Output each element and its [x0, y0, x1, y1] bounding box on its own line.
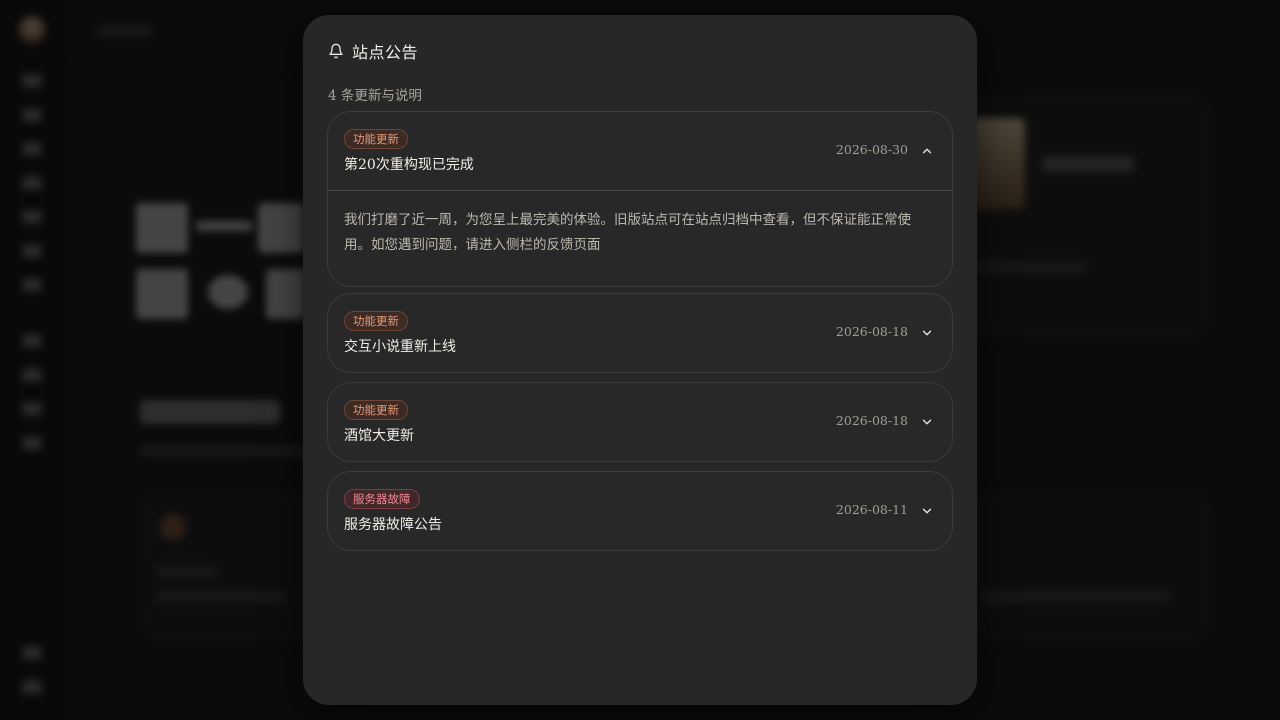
- announcement-item: 服务器故障 服务器故障公告 2026-08-11: [327, 471, 953, 551]
- announcement-header[interactable]: 功能更新 第20次重构现已完成 2026-08-30: [328, 112, 952, 190]
- modal-subtitle: 4 条更新与说明: [328, 88, 422, 104]
- chevron-down-icon[interactable]: [920, 326, 934, 340]
- modal-header: 站点公告: [328, 39, 418, 63]
- announcement-title: 第20次重构现已完成: [344, 157, 474, 173]
- announcements-modal: 站点公告 4 条更新与说明 功能更新 第20次重构现已完成 2026-08-30…: [303, 15, 977, 705]
- chevron-down-icon[interactable]: [920, 415, 934, 429]
- tag-badge: 功能更新: [344, 400, 408, 420]
- bell-icon: [328, 43, 344, 59]
- announcement-item: 功能更新 交互小说重新上线 2026-08-18: [327, 293, 953, 373]
- chevron-up-icon[interactable]: [920, 144, 934, 158]
- tag-badge: 功能更新: [344, 129, 408, 149]
- tag-badge: 功能更新: [344, 311, 408, 331]
- announcement-date: 2026-08-18: [835, 324, 908, 339]
- announcement-header[interactable]: 功能更新 酒馆大更新 2026-08-18: [328, 383, 952, 461]
- tag-badge: 服务器故障: [344, 489, 420, 509]
- announcement-date: 2026-08-30: [835, 142, 908, 157]
- announcement-item: 功能更新 第20次重构现已完成 2026-08-30 我们打磨了近一周，为您呈上…: [327, 111, 953, 287]
- chevron-down-icon[interactable]: [920, 504, 934, 518]
- announcement-header[interactable]: 服务器故障 服务器故障公告 2026-08-11: [328, 472, 952, 550]
- announcement-item: 功能更新 酒馆大更新 2026-08-18: [327, 382, 953, 462]
- announcement-date: 2026-08-11: [835, 502, 908, 517]
- announcement-date: 2026-08-18: [835, 413, 908, 428]
- announcement-header[interactable]: 功能更新 交互小说重新上线 2026-08-18: [328, 294, 952, 372]
- announcement-body: 我们打磨了近一周，为您呈上最完美的体验。旧版站点可在站点归档中查看，但不保证能正…: [344, 212, 911, 253]
- announcement-title: 酒馆大更新: [344, 428, 414, 444]
- modal-title: 站点公告: [352, 43, 419, 62]
- announcement-title: 交互小说重新上线: [344, 339, 456, 355]
- announcement-title: 服务器故障公告: [344, 517, 442, 533]
